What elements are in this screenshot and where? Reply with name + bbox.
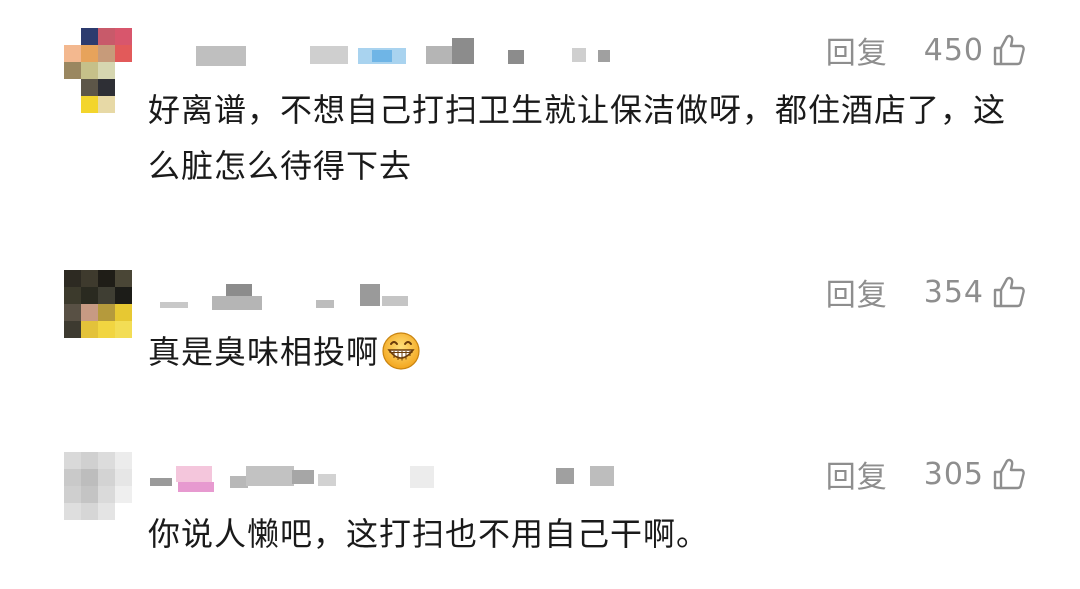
username-blurred[interactable] bbox=[150, 38, 630, 66]
reply-button[interactable]: 回复 bbox=[826, 28, 888, 72]
comment-text: 好离谱，不想自己打扫卫生就让保洁做呀，都住酒店了，这么脏怎么待得下去 bbox=[148, 91, 1007, 185]
thumbs-up-outline-icon bbox=[993, 276, 1025, 308]
username-blurred[interactable] bbox=[150, 462, 630, 492]
comment-actions: 回复 354 bbox=[826, 270, 1026, 314]
avatar[interactable] bbox=[64, 28, 132, 113]
comment-item: 回复 305 你说人懒吧，这打扫也不用自己干啊。 bbox=[0, 452, 1080, 582]
username-blurred[interactable] bbox=[150, 280, 630, 310]
thumbs-up-outline-icon bbox=[993, 458, 1025, 490]
like-button[interactable]: 354 bbox=[924, 275, 1026, 310]
comment-text: 真是臭味相投啊 bbox=[148, 324, 1028, 380]
comment-item: 回复 450 好离谱，不想自己打扫卫生就让保洁做呀，都住酒店了，这么脏怎么待得下… bbox=[0, 28, 1080, 238]
like-button[interactable]: 305 bbox=[924, 457, 1026, 492]
reply-button[interactable]: 回复 bbox=[826, 452, 888, 496]
avatar[interactable] bbox=[64, 452, 132, 520]
like-count: 305 bbox=[923, 456, 984, 492]
like-count: 354 bbox=[923, 274, 984, 310]
comment-item: 回复 354 真是臭味相投啊 bbox=[0, 270, 1080, 400]
comment-text: 你说人懒吧，这打扫也不用自己干啊。 bbox=[148, 515, 710, 553]
thumbs-up-outline-icon bbox=[993, 34, 1025, 66]
comment-actions: 回复 305 bbox=[826, 452, 1026, 496]
avatar[interactable] bbox=[64, 270, 132, 338]
like-button[interactable]: 450 bbox=[924, 33, 1026, 68]
like-count: 450 bbox=[923, 32, 984, 68]
comment-text-body: 真是臭味相投啊 bbox=[148, 333, 380, 371]
comment-actions: 回复 450 bbox=[826, 28, 1026, 72]
reply-button[interactable]: 回复 bbox=[826, 270, 888, 314]
grinning-face-icon bbox=[382, 332, 420, 370]
comments-page: 回复 450 好离谱，不想自己打扫卫生就让保洁做呀，都住酒店了，这么脏怎么待得下… bbox=[0, 0, 1080, 589]
